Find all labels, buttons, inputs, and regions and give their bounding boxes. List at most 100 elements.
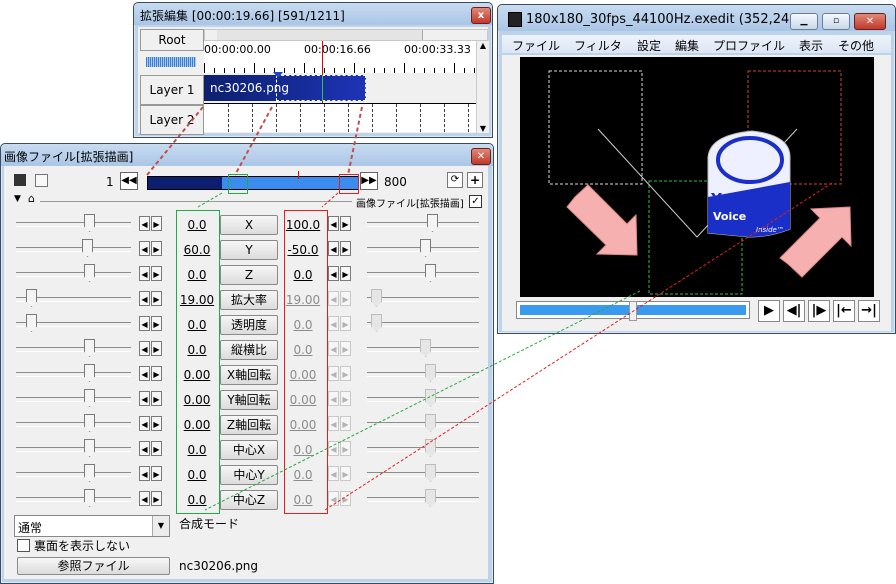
param-label-button[interactable]: 中心X (220, 440, 278, 460)
param-label-button[interactable]: 中心Y (220, 465, 278, 485)
end-slider[interactable] (367, 464, 479, 482)
slider-thumb[interactable] (84, 439, 95, 457)
start-decrement-button[interactable]: ◀ (139, 416, 150, 431)
end-value[interactable]: 0.0 (283, 468, 323, 482)
slider-thumb[interactable] (425, 264, 436, 282)
start-decrement-button[interactable]: ◀ (139, 241, 150, 256)
end-decrement-button[interactable]: ◀ (328, 241, 339, 256)
start-slider[interactable] (16, 414, 131, 432)
object-dialog-titlebar[interactable]: 画像ファイル[拡張描画] ✕ (1, 144, 493, 166)
go-first-frame-button[interactable]: ◀◀ (120, 172, 138, 190)
param-label-button[interactable]: 中心Z (220, 490, 278, 510)
end-value[interactable]: -50.0 (283, 243, 323, 257)
param-label-button[interactable]: Y (220, 240, 278, 260)
slider-thumb[interactable] (371, 289, 382, 307)
start-slider[interactable] (16, 214, 131, 232)
slider-thumb[interactable] (420, 339, 431, 357)
slider-thumb[interactable] (84, 414, 95, 432)
slider-thumb[interactable] (82, 239, 93, 257)
step-back-button[interactable]: ◀| (783, 300, 805, 322)
start-decrement-button[interactable]: ◀ (139, 491, 150, 506)
start-decrement-button[interactable]: ◀ (139, 466, 150, 481)
slider-thumb[interactable] (425, 364, 436, 382)
end-decrement-button[interactable]: ◀ (328, 391, 339, 406)
seek-bar[interactable] (516, 301, 750, 321)
start-value[interactable]: 0.0 (177, 443, 217, 457)
start-value[interactable]: 0.00 (177, 418, 217, 432)
end-value[interactable]: 0.0 (283, 268, 323, 282)
param-label-button[interactable]: 拡大率 (220, 290, 278, 310)
start-increment-button[interactable]: ▶ (151, 291, 162, 306)
start-slider[interactable] (16, 264, 131, 282)
layer-2-label[interactable]: Layer 2 (140, 105, 204, 135)
timeline-close-button[interactable]: x (471, 7, 491, 24)
frame-range-bar[interactable] (147, 171, 359, 190)
start-value[interactable]: 60.0 (177, 243, 217, 257)
start-increment-button[interactable]: ▶ (151, 316, 162, 331)
end-value[interactable]: 0.00 (283, 418, 323, 432)
end-increment-button[interactable]: ▶ (340, 391, 351, 406)
collapse-triangle-icon[interactable]: ▼ (14, 194, 21, 204)
start-increment-button[interactable]: ▶ (151, 266, 162, 281)
timeline-hscroll[interactable] (204, 29, 488, 41)
start-value[interactable]: 0.00 (177, 393, 217, 407)
slider-thumb[interactable] (84, 264, 95, 282)
end-increment-button[interactable]: ▶ (340, 491, 351, 506)
end-increment-button[interactable]: ▶ (340, 466, 351, 481)
end-increment-button[interactable]: ▶ (340, 441, 351, 456)
end-slider[interactable] (367, 264, 479, 282)
filter-enable-checkbox[interactable]: ✓ (469, 195, 482, 208)
start-slider[interactable] (16, 239, 131, 257)
start-slider[interactable] (16, 489, 131, 507)
end-slider[interactable] (367, 389, 479, 407)
end-slider[interactable] (367, 314, 479, 332)
seek-thumb[interactable] (629, 301, 637, 321)
reference-file-button[interactable]: 参照ファイル (17, 557, 170, 575)
end-increment-button[interactable]: ▶ (340, 216, 351, 231)
start-value[interactable]: 0.0 (177, 343, 217, 357)
vscroll-down-icon[interactable]: ▼ (477, 124, 489, 133)
start-decrement-button[interactable]: ◀ (139, 216, 150, 231)
start-slider[interactable] (16, 439, 131, 457)
slider-thumb[interactable] (425, 489, 436, 507)
object-dialog-close-button[interactable]: ✕ (471, 148, 491, 165)
start-increment-button[interactable]: ▶ (151, 216, 162, 231)
blend-mode-select[interactable]: 通常 ▼ (14, 515, 170, 537)
end-increment-button[interactable]: ▶ (340, 416, 351, 431)
vscroll-up-icon[interactable]: ▲ (477, 41, 489, 50)
slider-thumb[interactable] (425, 464, 436, 482)
preview-canvas[interactable]: Yukkuri Voice Inside™ (520, 57, 874, 297)
end-value[interactable]: 0.0 (283, 318, 323, 332)
reload-icon[interactable]: ⟳ (447, 172, 463, 188)
end-increment-button[interactable]: ▶ (340, 316, 351, 331)
end-slider[interactable] (367, 239, 479, 257)
camera-control-icon[interactable] (14, 174, 26, 186)
start-value[interactable]: 19.00 (177, 293, 217, 307)
start-value[interactable]: 0.0 (177, 468, 217, 482)
menu-settings[interactable]: 設定 (637, 37, 661, 54)
start-increment-button[interactable]: ▶ (151, 391, 162, 406)
start-value[interactable]: 0.0 (177, 493, 217, 507)
maximize-button[interactable]: ▫ (822, 13, 850, 30)
timeline-zoom-bar[interactable] (146, 57, 196, 67)
slider-thumb[interactable] (84, 464, 95, 482)
layer-1-label[interactable]: Layer 1 (140, 75, 204, 105)
start-decrement-button[interactable]: ◀ (139, 266, 150, 281)
end-value[interactable]: 0.00 (283, 393, 323, 407)
start-increment-button[interactable]: ▶ (151, 441, 162, 456)
play-button[interactable]: ▶ (758, 300, 780, 322)
start-decrement-button[interactable]: ◀ (139, 341, 150, 356)
start-decrement-button[interactable]: ◀ (139, 316, 150, 331)
end-decrement-button[interactable]: ◀ (328, 316, 339, 331)
end-slider[interactable] (367, 364, 479, 382)
minimize-button[interactable]: ▁ (790, 13, 818, 30)
start-value[interactable]: 0.0 (177, 218, 217, 232)
end-slider[interactable] (367, 214, 479, 232)
go-end-button[interactable]: →| (858, 300, 880, 322)
end-increment-button[interactable]: ▶ (340, 341, 351, 356)
end-increment-button[interactable]: ▶ (340, 241, 351, 256)
slider-thumb[interactable] (26, 314, 37, 332)
menu-view[interactable]: 表示 (799, 37, 823, 54)
end-slider[interactable] (367, 339, 479, 357)
start-slider[interactable] (16, 389, 131, 407)
